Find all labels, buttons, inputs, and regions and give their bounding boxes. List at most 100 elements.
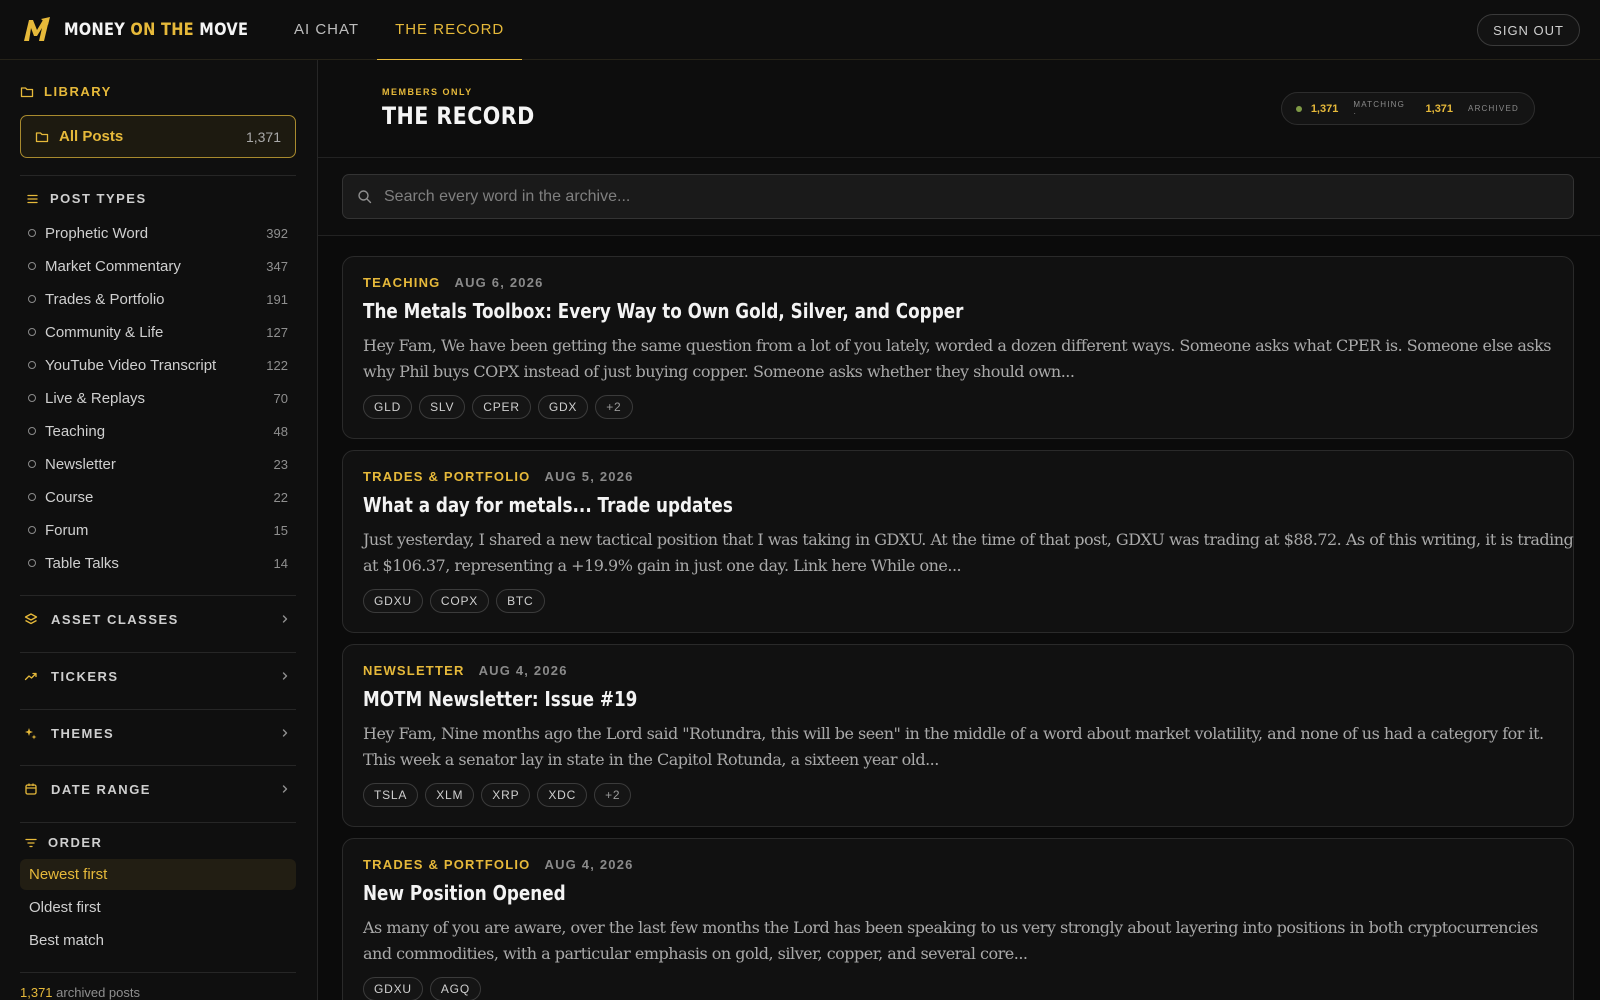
sign-out-button[interactable]: SIGN OUT — [1477, 14, 1580, 46]
chevron-right-icon — [280, 613, 290, 625]
ticker-tag[interactable]: SLV — [419, 395, 466, 419]
post-type-item[interactable]: Table Talks 14 — [28, 550, 288, 576]
ticker-tag[interactable]: XDC — [537, 783, 588, 807]
circle-icon — [28, 427, 36, 435]
post-meta: NEWSLETTER AUG 4, 2026 — [363, 663, 568, 678]
chevron-right-icon — [280, 727, 290, 739]
post-category[interactable]: TRADES & PORTFOLIO — [363, 857, 531, 872]
excerpt-line: Hey Fam, We have been getting the same q… — [363, 336, 1552, 355]
post-type-label: Newsletter — [45, 455, 116, 473]
ticker-tag[interactable]: CPER — [472, 395, 531, 419]
post-type-label: Prophetic Word — [45, 224, 149, 242]
chevron-right-icon — [280, 783, 290, 795]
tab-ai-chat[interactable]: AI CHAT — [276, 0, 377, 60]
post-tags: GDXU AGQ — [363, 977, 488, 1000]
excerpt-line: Hey Fam, Nine months ago the Lord said "… — [363, 724, 1544, 743]
ticker-tag[interactable]: GDXU — [363, 589, 423, 613]
post-card[interactable]: TEACHING AUG 6, 2026 The Metals Toolbox: E… — [342, 256, 1574, 439]
post-type-item[interactable]: Forum 15 — [28, 517, 288, 543]
post-card[interactable]: TRADES & PORTFOLIO AUG 5, 2026 What a day … — [342, 450, 1574, 633]
post-meta: TEACHING AUG 6, 2026 — [363, 275, 544, 290]
ticker-tag[interactable]: XLM — [425, 783, 475, 807]
post-type-item[interactable]: Community & Life 127 — [28, 319, 288, 345]
post-type-item[interactable]: Prophetic Word 392 — [28, 220, 288, 246]
post-type-item[interactable]: Trades & Portfolio 191 — [28, 286, 288, 312]
post-type-count: 48 — [273, 423, 288, 439]
post-type-item[interactable]: Market Commentary 347 — [28, 253, 288, 279]
circle-icon — [28, 460, 36, 468]
post-type-label: Teaching — [45, 422, 106, 440]
order-best-match[interactable]: Best match — [20, 925, 296, 956]
divider — [20, 652, 296, 653]
circle-icon — [28, 328, 36, 336]
post-type-item[interactable]: Course 22 — [28, 484, 288, 510]
post-title[interactable]: MOTM Newsletter: Issue #19 — [363, 687, 637, 711]
asset-classes-section[interactable]: ASSET CLASSES — [20, 604, 296, 634]
post-card[interactable]: NEWSLETTER AUG 4, 2026 MOTM Newsletter: Is… — [342, 644, 1574, 827]
members-only-eyebrow: MEMBERS ONLY — [382, 87, 473, 97]
ticker-tag[interactable]: GDX — [537, 395, 589, 419]
post-card[interactable]: TRADES & PORTFOLIO AUG 4, 2026 New Positio… — [342, 838, 1574, 1000]
post-type-item[interactable]: Newsletter 23 — [28, 451, 288, 477]
post-title[interactable]: New Position Opened — [363, 881, 566, 905]
search-bar — [318, 158, 1600, 236]
post-type-count: 347 — [266, 258, 288, 274]
post-type-item[interactable]: Teaching 48 — [28, 418, 288, 444]
all-posts-filter[interactable]: All Posts 1,371 — [20, 115, 296, 158]
excerpt-line: Just yesterday, I shared a new tactical … — [363, 530, 1574, 549]
more-tags-chip[interactable]: +2 — [595, 395, 633, 419]
post-date: AUG 6, 2026 — [454, 275, 544, 290]
ticker-tag[interactable]: AGQ — [429, 977, 481, 1000]
post-category[interactable]: TRADES & PORTFOLIO — [363, 469, 531, 484]
themes-section[interactable]: THEMES — [20, 718, 296, 748]
circle-icon — [28, 394, 36, 402]
order-newest-first[interactable]: Newest first — [20, 859, 296, 890]
folder-icon — [20, 85, 34, 99]
post-tags: GDXU COPX BTC — [363, 589, 552, 613]
date-range-section[interactable]: DATE RANGE — [20, 774, 296, 804]
post-type-item[interactable]: YouTube Video Transcript 122 — [28, 352, 288, 378]
tickers-section[interactable]: TICKERS — [20, 661, 296, 691]
post-type-label: YouTube Video Transcript — [45, 356, 217, 374]
post-category[interactable]: TEACHING — [363, 275, 441, 290]
search-icon — [357, 189, 372, 204]
post-type-count: 23 — [273, 456, 288, 472]
divider — [20, 709, 296, 710]
post-excerpt: Hey Fam, We have been getting the same q… — [363, 333, 1553, 385]
order-oldest-first[interactable]: Oldest first — [20, 892, 296, 923]
post-excerpt: Hey Fam, Nine months ago the Lord said "… — [363, 721, 1553, 773]
post-category[interactable]: NEWSLETTER — [363, 663, 465, 678]
post-type-item[interactable]: Live & Replays 70 — [28, 385, 288, 411]
ticker-tag[interactable]: TSLA — [363, 783, 419, 807]
search-input[interactable] — [384, 187, 1573, 206]
ticker-tag[interactable]: XRP — [481, 783, 531, 807]
matching-count: 1,371 — [1310, 102, 1339, 115]
post-title[interactable]: What a day for metals... Trade updates — [363, 493, 733, 517]
search-box[interactable] — [342, 174, 1574, 219]
post-type-count: 191 — [266, 291, 288, 307]
ticker-tag[interactable]: GLD — [363, 395, 413, 419]
post-tags: GLD SLV CPER GDX +2 — [363, 395, 640, 419]
ticker-tag[interactable]: GDXU — [363, 977, 423, 1000]
post-date: AUG 5, 2026 — [544, 469, 634, 484]
excerpt-line: As many of you are aware, over the last … — [363, 918, 1538, 937]
ticker-tag[interactable]: COPX — [429, 589, 490, 613]
tab-the-record[interactable]: THE RECORD — [377, 0, 523, 61]
archived-count-footer: 1,371 archived posts — [20, 985, 140, 1000]
brand[interactable]: MONEY ON THE MOVE — [22, 16, 252, 44]
chevron-right-icon — [280, 670, 290, 682]
post-type-count: 22 — [273, 489, 288, 505]
ticker-tag[interactable]: BTC — [496, 589, 545, 613]
post-meta: TRADES & PORTFOLIO AUG 4, 2026 — [363, 857, 634, 872]
calendar-icon — [24, 782, 38, 796]
filter-icon — [24, 836, 38, 850]
post-tags: TSLA XLM XRP XDC +2 — [363, 783, 638, 807]
more-tags-chip[interactable]: +2 — [594, 783, 632, 807]
post-excerpt: Just yesterday, I shared a new tactical … — [363, 527, 1574, 579]
post-title[interactable]: The Metals Toolbox: Every Way to Own Gol… — [363, 299, 963, 323]
post-types-heading[interactable]: POST TYPES — [26, 191, 147, 206]
page-header: MEMBERS ONLY THE RECORD 1,371 MATCHING ·… — [318, 60, 1600, 158]
post-type-label: Community & Life — [45, 323, 164, 341]
trending-up-icon — [24, 669, 38, 683]
circle-icon — [28, 295, 36, 303]
